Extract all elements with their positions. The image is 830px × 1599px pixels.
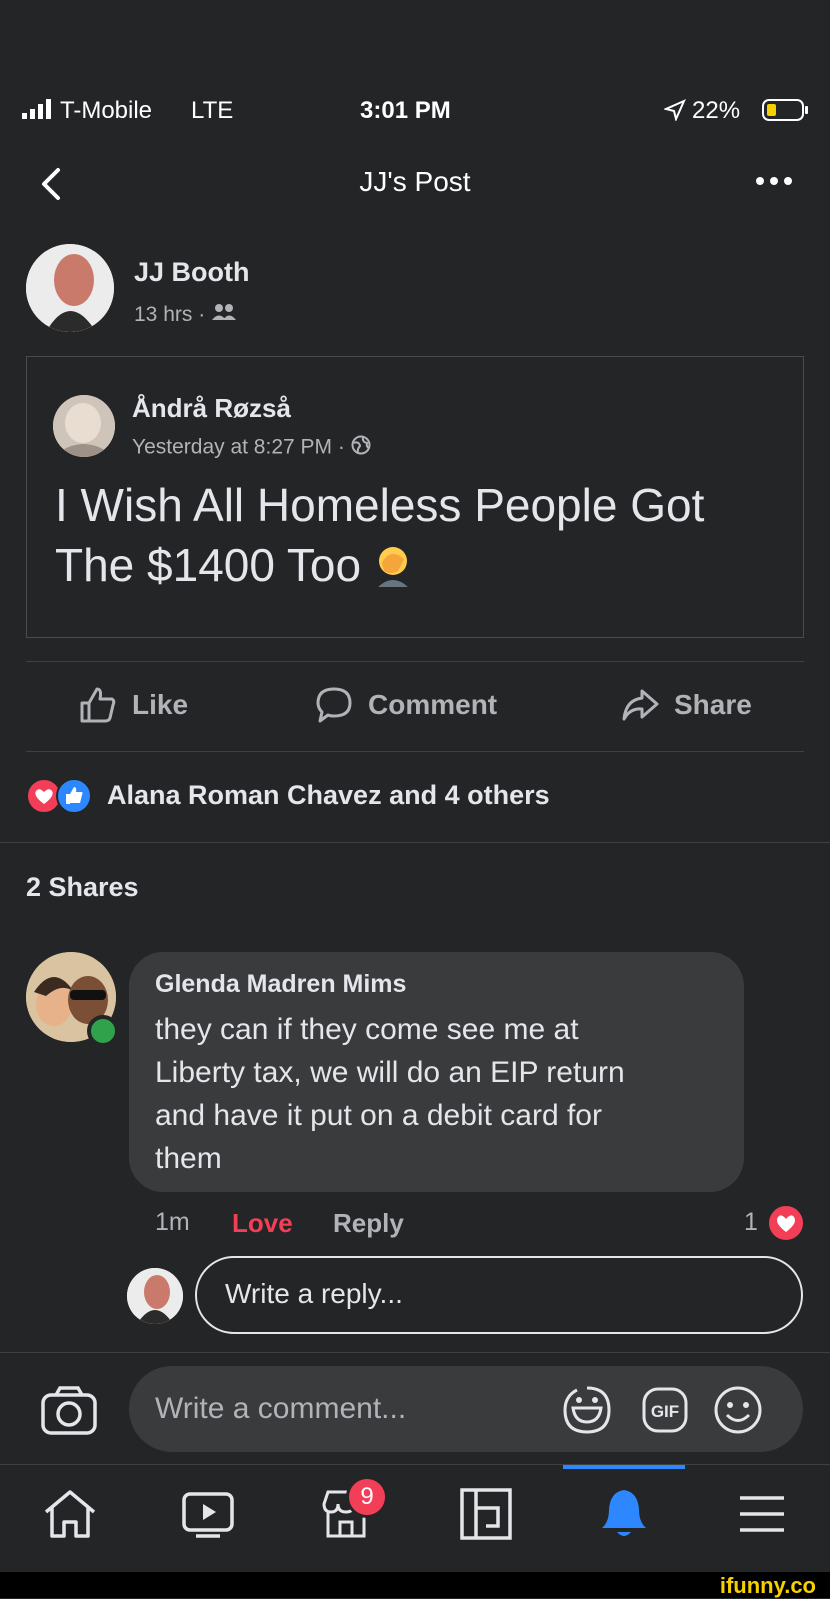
shared-meta: Yesterday at 8:27 PM · bbox=[132, 435, 371, 461]
post-meta: 13 hrs · bbox=[134, 303, 237, 327]
comment-button[interactable]: Comment bbox=[314, 685, 497, 725]
signal-icon bbox=[22, 97, 52, 121]
carrier-label: T-Mobile bbox=[60, 97, 153, 124]
thumbs-up-icon bbox=[78, 685, 118, 725]
battery-percent: 22% bbox=[692, 97, 741, 124]
friends-icon bbox=[211, 303, 237, 327]
reactions-summary[interactable]: Alana Roman Chavez and 4 others bbox=[107, 780, 550, 811]
divider bbox=[26, 751, 804, 752]
shared-text-line-1: I Wish All Homeless People Got bbox=[55, 479, 705, 531]
bottom-tab-bar bbox=[0, 1464, 830, 1573]
comment-time: 1m bbox=[155, 1208, 190, 1236]
clock: 3:01 PM bbox=[360, 97, 451, 124]
comment-line: they can if they come see me at bbox=[155, 1013, 579, 1046]
sticker-icon[interactable] bbox=[561, 1384, 613, 1436]
globe-icon bbox=[351, 435, 371, 461]
camera-icon[interactable] bbox=[40, 1385, 98, 1437]
shared-author-avatar[interactable] bbox=[53, 395, 115, 457]
comment-icon bbox=[314, 685, 354, 725]
like-button[interactable]: Like bbox=[78, 685, 188, 725]
gif-icon[interactable]: GIF bbox=[641, 1386, 689, 1434]
marketplace-badge: 9 bbox=[346, 1476, 388, 1518]
author-name[interactable]: JJ Booth bbox=[134, 257, 250, 288]
share-label: Share bbox=[674, 689, 752, 720]
comment-reaction-count[interactable]: 1 bbox=[744, 1208, 758, 1237]
shared-post-text: I Wish All Homeless People Got The $1400… bbox=[55, 475, 704, 595]
active-tab-indicator bbox=[563, 1465, 685, 1469]
shared-meta-dot: · bbox=[337, 435, 351, 459]
location-arrow-icon bbox=[662, 99, 686, 123]
online-status-dot bbox=[87, 1015, 119, 1047]
shared-time[interactable]: Yesterday at 8:27 PM bbox=[132, 436, 332, 459]
status-bar: T-Mobile LTE 3:01 PM 22% bbox=[0, 95, 830, 129]
share-arrow-icon bbox=[620, 685, 660, 725]
reply-avatar bbox=[127, 1268, 183, 1324]
menu-icon[interactable] bbox=[732, 1484, 792, 1544]
shares-count[interactable]: 2 Shares bbox=[26, 872, 139, 903]
commenter-name[interactable]: Glenda Madren Mims bbox=[155, 970, 406, 999]
comment-love-button[interactable]: Love bbox=[232, 1208, 293, 1239]
share-button[interactable]: Share bbox=[620, 685, 752, 725]
reply-placeholder: Write a reply... bbox=[225, 1278, 403, 1309]
like-reaction-icon bbox=[56, 778, 92, 814]
divider bbox=[26, 661, 804, 662]
comment-reply-button[interactable]: Reply bbox=[333, 1208, 404, 1239]
more-options-icon[interactable] bbox=[754, 174, 794, 188]
page-title: JJ's Post bbox=[359, 166, 471, 197]
battery-icon bbox=[762, 97, 810, 123]
comment-line: and have it put on a debit card for bbox=[155, 1099, 602, 1132]
post-time[interactable]: 13 hrs bbox=[134, 303, 192, 326]
comment-bubble[interactable]: Glenda Madren Mims they can if they come… bbox=[129, 952, 744, 1192]
reaction-icons[interactable] bbox=[26, 778, 96, 814]
facepalm-emoji-icon bbox=[374, 541, 412, 587]
watch-tab-icon[interactable] bbox=[178, 1484, 238, 1544]
watermark-strip: ifunny.co bbox=[0, 1572, 830, 1598]
comment-line: Liberty tax, we will do an EIP return bbox=[155, 1056, 625, 1089]
like-label: Like bbox=[132, 689, 189, 720]
comment-text: they can if they come see me at Liberty … bbox=[155, 1008, 625, 1180]
pages-tab-icon[interactable] bbox=[456, 1484, 516, 1544]
meta-dot: · bbox=[198, 303, 212, 326]
reply-input[interactable]: Write a reply... bbox=[195, 1256, 803, 1334]
comment-love-reaction-icon bbox=[767, 1204, 805, 1242]
shared-post[interactable]: Åndrå Røzså Yesterday at 8:27 PM · I Wis… bbox=[26, 356, 804, 638]
shared-text-line-2: The $1400 Too bbox=[55, 539, 362, 591]
comment-placeholder: Write a comment... bbox=[155, 1392, 407, 1425]
emoji-icon[interactable] bbox=[712, 1384, 764, 1436]
comment-input[interactable]: Write a comment... GIF bbox=[129, 1366, 803, 1452]
svg-text:GIF: GIF bbox=[651, 1402, 679, 1421]
notifications-bell-icon[interactable] bbox=[594, 1484, 654, 1544]
comment-line: them bbox=[155, 1142, 222, 1175]
watermark: ifunny.co bbox=[719, 1573, 816, 1598]
network-label: LTE bbox=[191, 97, 234, 124]
author-avatar[interactable] bbox=[26, 244, 114, 332]
home-tab-icon[interactable] bbox=[40, 1484, 100, 1544]
post-header: JJ's Post bbox=[0, 160, 830, 210]
comment-label: Comment bbox=[368, 689, 498, 720]
divider bbox=[0, 842, 830, 843]
shared-author-name[interactable]: Åndrå Røzså bbox=[132, 393, 291, 424]
